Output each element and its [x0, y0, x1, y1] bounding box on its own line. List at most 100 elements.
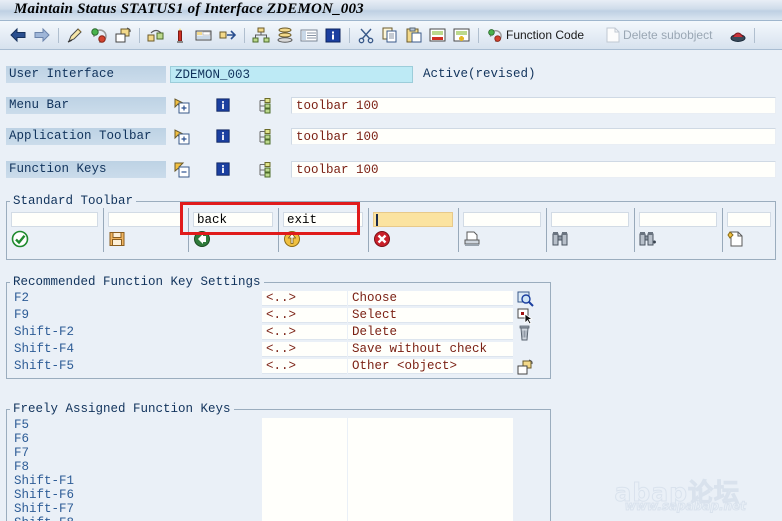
- user-interface-input[interactable]: ZDEMON_003: [170, 66, 413, 83]
- standard-toolbar-cell-back[interactable]: back: [189, 208, 279, 252]
- stacked-list-icon[interactable]: [273, 23, 297, 47]
- standard-toolbar-cell-print[interactable]: [459, 208, 547, 252]
- delete-subobject-button[interactable]: Delete subobject: [602, 23, 716, 47]
- recommended-code-field[interactable]: <..>: [262, 308, 347, 323]
- standard-toolbar-field-save[interactable]: [108, 212, 183, 227]
- expand-plus-icon[interactable]: [173, 97, 191, 114]
- table-display-icon[interactable]: [297, 23, 321, 47]
- standard-toolbar-cell-save[interactable]: [104, 208, 189, 252]
- information-icon[interactable]: [214, 161, 232, 178]
- other-object-icon[interactable]: [516, 358, 534, 375]
- print-preview-icon[interactable]: [726, 23, 750, 47]
- function-keys-input[interactable]: toolbar 100: [291, 161, 776, 178]
- function-keys-label: Function Keys: [6, 161, 166, 178]
- freely-assigned-code-field[interactable]: [262, 418, 347, 433]
- freely-assigned-text-field[interactable]: [348, 516, 513, 521]
- hierarchy-icon[interactable]: [255, 161, 273, 178]
- standard-toolbar-cell-enter[interactable]: [7, 208, 104, 252]
- recommended-code-field[interactable]: <..>: [262, 325, 347, 340]
- forward-arrow-icon[interactable]: [30, 23, 54, 47]
- standard-toolbar-field-enter[interactable]: [11, 212, 98, 227]
- expand-plus-icon[interactable]: [173, 128, 191, 145]
- freely-assigned-key: F8: [14, 460, 30, 474]
- recommended-text-field[interactable]: Other <object>: [348, 359, 513, 374]
- standard-toolbar-cell-new[interactable]: [723, 208, 775, 252]
- information-icon[interactable]: [214, 97, 232, 114]
- standard-toolbar-field-find-next[interactable]: [639, 212, 717, 227]
- recommended-key: Shift-F2: [14, 325, 75, 339]
- freely-assigned-text-field[interactable]: [348, 432, 513, 447]
- delete-trash-icon[interactable]: [516, 324, 534, 341]
- cut-scissors-icon[interactable]: [354, 23, 378, 47]
- freely-assigned-code-field[interactable]: [262, 488, 347, 503]
- information-icon[interactable]: [214, 128, 232, 145]
- refresh-status-icon[interactable]: [87, 23, 111, 47]
- insert-line-icon[interactable]: [450, 23, 474, 47]
- menu-bar-input[interactable]: toolbar 100: [291, 97, 776, 114]
- freely-assigned-code-field[interactable]: [262, 432, 347, 447]
- find-next-icon[interactable]: [639, 230, 657, 248]
- application-toolbar-input[interactable]: toolbar 100: [291, 128, 776, 145]
- cancel-red-icon[interactable]: [373, 230, 391, 248]
- hierarchy-icon[interactable]: [255, 97, 273, 114]
- recommended-text-field[interactable]: Select: [348, 308, 513, 323]
- standard-toolbar-field-exit[interactable]: exit: [283, 212, 363, 227]
- standard-toolbar-field-print[interactable]: [463, 212, 541, 227]
- freely-assigned-code-field[interactable]: [262, 446, 347, 461]
- back-arrow-icon[interactable]: [6, 23, 30, 47]
- recommended-code-field[interactable]: <..>: [262, 342, 347, 357]
- recommended-text-field[interactable]: Save without check: [348, 342, 513, 357]
- freely-assigned-key: Shift-F7: [14, 502, 75, 516]
- object-list-icon[interactable]: [249, 23, 273, 47]
- enter-check-icon[interactable]: [11, 230, 29, 248]
- recommended-code-field[interactable]: <..>: [262, 291, 347, 306]
- activate-icon[interactable]: [168, 23, 192, 47]
- standard-toolbar-field-find[interactable]: [551, 212, 629, 227]
- standard-toolbar-grid: back exit: [7, 208, 775, 252]
- screen-painter-icon[interactable]: [192, 23, 216, 47]
- freely-assigned-text-field[interactable]: [348, 446, 513, 461]
- edit-pencil-icon[interactable]: [63, 23, 87, 47]
- find-binoculars-icon[interactable]: [551, 230, 569, 248]
- recommended-text-field[interactable]: Delete: [348, 325, 513, 340]
- collapse-minus-icon[interactable]: [173, 161, 191, 178]
- function-code-button[interactable]: Function Code: [483, 23, 588, 47]
- freely-assigned-code-field[interactable]: [262, 474, 347, 489]
- freely-assigned-code-field[interactable]: [262, 502, 347, 517]
- recommended-code-field[interactable]: <..>: [262, 359, 347, 374]
- paste-icon[interactable]: [402, 23, 426, 47]
- copy-object-icon[interactable]: [111, 23, 135, 47]
- hierarchy-icon[interactable]: [255, 128, 273, 145]
- where-used-icon[interactable]: [144, 23, 168, 47]
- freely-assigned-code-field[interactable]: [262, 516, 347, 521]
- standard-toolbar-cell-exit[interactable]: exit: [279, 208, 369, 252]
- freely-assigned-text-field[interactable]: [348, 502, 513, 517]
- freely-assigned-text-field[interactable]: [348, 488, 513, 503]
- freely-assigned-text-field[interactable]: [348, 474, 513, 489]
- freely-assigned-text-field[interactable]: [348, 460, 513, 475]
- print-icon[interactable]: [463, 230, 481, 248]
- delete-line-icon[interactable]: [426, 23, 450, 47]
- standard-toolbar-cell-cancel[interactable]: [369, 208, 459, 252]
- information-icon[interactable]: [321, 23, 345, 47]
- save-disk-icon[interactable]: [108, 230, 126, 248]
- freely-assigned-key: F6: [14, 432, 30, 446]
- standard-toolbar-cell-find[interactable]: [547, 208, 635, 252]
- select-pointer-icon[interactable]: [516, 307, 534, 324]
- recommended-text-field[interactable]: Choose: [348, 291, 513, 306]
- copy-icon[interactable]: [378, 23, 402, 47]
- standard-toolbar-field-back[interactable]: back: [193, 212, 273, 227]
- status-badge: Active(revised): [423, 67, 536, 81]
- standard-toolbar-field-new[interactable]: [727, 212, 771, 227]
- back-green-icon[interactable]: [193, 230, 211, 248]
- navigate-icon[interactable]: [216, 23, 240, 47]
- standard-toolbar-cell-find-next[interactable]: [635, 208, 723, 252]
- exit-yellow-icon[interactable]: [283, 230, 301, 248]
- toolbar-separator: [135, 26, 144, 44]
- new-document-icon[interactable]: [727, 230, 745, 248]
- choose-magnifier-icon[interactable]: [516, 290, 534, 307]
- menu-bar-label: Menu Bar: [6, 97, 166, 114]
- freely-assigned-code-field[interactable]: [262, 460, 347, 475]
- standard-toolbar-field-cancel[interactable]: [373, 212, 453, 227]
- freely-assigned-text-field[interactable]: [348, 418, 513, 433]
